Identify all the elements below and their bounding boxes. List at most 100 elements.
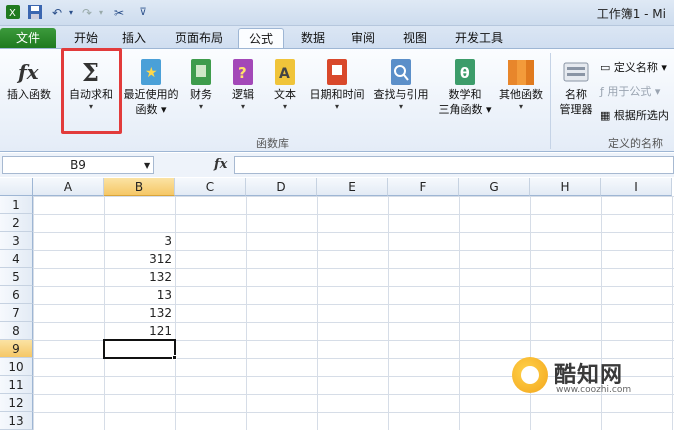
- tab-home[interactable]: 开始: [62, 28, 110, 48]
- lookup-reference-button[interactable]: 查找与引用 ▾: [370, 57, 432, 112]
- row-header-11[interactable]: 11: [0, 376, 33, 394]
- select-all-corner[interactable]: [0, 178, 33, 196]
- fill-handle[interactable]: [172, 355, 177, 360]
- watermark-url: www.coozhi.com: [556, 385, 632, 395]
- column-header-d[interactable]: D: [246, 178, 317, 196]
- cell-b3[interactable]: 3: [104, 232, 175, 250]
- text-button[interactable]: A 文本 ▾: [268, 57, 302, 112]
- formula-bar: B9 ▼ fx: [0, 153, 674, 177]
- column-header-h[interactable]: H: [530, 178, 601, 196]
- row-header-6[interactable]: 6: [0, 286, 33, 304]
- text-dropdown-icon: ▾: [282, 102, 287, 111]
- watermark: 酷知网 www.coozhi.com: [512, 355, 672, 405]
- financial-button[interactable]: 财务 ▾: [184, 57, 218, 112]
- svg-text:★: ★: [145, 65, 158, 81]
- tab-page-layout[interactable]: 页面布局: [164, 28, 234, 48]
- svg-text:fx: fx: [16, 60, 40, 84]
- tab-data[interactable]: 数据: [292, 28, 334, 48]
- cell-b5[interactable]: 132: [104, 268, 175, 286]
- save-icon[interactable]: [26, 4, 44, 22]
- recent-functions-button[interactable]: ★ 最近使用的 函数 ▾: [120, 57, 182, 117]
- customize-toolbar-icon[interactable]: ⊽: [134, 4, 152, 22]
- tab-insert[interactable]: 插入: [112, 28, 156, 48]
- insert-function-label: 插入函数: [7, 88, 51, 101]
- row-header-3[interactable]: 3: [0, 232, 33, 250]
- text-book-icon: A: [275, 59, 295, 85]
- name-box[interactable]: B9: [2, 156, 154, 174]
- financial-book-icon: [191, 59, 211, 85]
- function-library-group-label: 函数库: [256, 137, 289, 150]
- tab-developer[interactable]: 开发工具: [448, 28, 510, 48]
- more-books-icon: [508, 60, 534, 85]
- date-time-label: 日期和时间: [309, 88, 365, 101]
- math-trig-button[interactable]: θ 数学和 三角函数 ▾: [436, 57, 494, 117]
- cell-b8[interactable]: 121: [104, 322, 175, 340]
- row-header-13[interactable]: 13: [0, 412, 33, 430]
- row-header-1[interactable]: 1: [0, 196, 33, 214]
- logical-button[interactable]: ? 逻辑 ▾: [226, 57, 260, 112]
- insert-function-button[interactable]: fx 插入函数: [2, 57, 56, 102]
- column-header-b[interactable]: B: [104, 178, 175, 196]
- more-functions-button[interactable]: 其他函数 ▾: [496, 57, 546, 112]
- watermark-logo-icon: [512, 357, 548, 393]
- ribbon-tabs: 文件 开始 插入 页面布局 公式 数据 审阅 视图 开发工具: [0, 26, 674, 49]
- column-header-a[interactable]: A: [33, 178, 104, 196]
- text-label: 文本: [274, 88, 296, 101]
- use-in-formula-button[interactable]: ƒ 用于公式 ▾: [600, 83, 660, 99]
- row-header-9[interactable]: 9: [0, 340, 33, 358]
- column-header-e[interactable]: E: [317, 178, 388, 196]
- row-header-10[interactable]: 10: [0, 358, 33, 376]
- calendar-book-icon: [327, 59, 347, 85]
- logical-label: 逻辑: [232, 88, 254, 101]
- redo-dropdown-icon[interactable]: ▾: [92, 4, 110, 22]
- define-name-button[interactable]: ▭ 定义名称 ▾: [600, 59, 667, 75]
- recent-label-1: 最近使用的: [123, 88, 179, 101]
- cell-b4[interactable]: 312: [104, 250, 175, 268]
- math-label-2: 三角函数 ▾: [438, 103, 492, 116]
- name-manager-button[interactable]: 名称 管理器: [554, 57, 598, 117]
- tab-view[interactable]: 视图: [394, 28, 436, 48]
- tools-icon[interactable]: ✂: [110, 4, 128, 22]
- create-from-selection-button[interactable]: ▦ 根据所选内: [600, 107, 669, 123]
- svg-text:θ: θ: [460, 66, 470, 82]
- create-from-selection-icon: ▦: [600, 109, 611, 122]
- row-header-5[interactable]: 5: [0, 268, 33, 286]
- tab-formulas[interactable]: 公式: [238, 28, 284, 49]
- svg-text:X: X: [9, 8, 16, 19]
- window-title: 工作簿1 - Mi: [596, 7, 666, 21]
- row-header-7[interactable]: 7: [0, 304, 33, 322]
- tab-review[interactable]: 审阅: [342, 28, 384, 48]
- row-header-12[interactable]: 12: [0, 394, 33, 412]
- name-manager-icon: [563, 62, 589, 82]
- more-dropdown-icon: ▾: [518, 102, 523, 111]
- insert-function-fx-icon[interactable]: fx: [214, 157, 227, 172]
- title-bar: X ↶ ▾ ↷ ▾ ✂ ⊽ 工作簿1 - Mi: [0, 0, 674, 26]
- financial-dropdown-icon: ▾: [198, 102, 203, 111]
- name-box-dropdown-icon[interactable]: ▼: [144, 161, 150, 170]
- formula-input[interactable]: [234, 156, 674, 174]
- row-header-2[interactable]: 2: [0, 214, 33, 232]
- name-manager-label-1: 名称: [565, 88, 587, 101]
- logical-book-icon: ?: [233, 59, 253, 85]
- logical-dropdown-icon: ▾: [240, 102, 245, 111]
- column-header-g[interactable]: G: [459, 178, 530, 196]
- svg-text:A: A: [279, 66, 290, 82]
- lookup-label: 查找与引用: [373, 88, 429, 101]
- name-manager-label-2: 管理器: [559, 103, 593, 116]
- define-name-icon: ▭: [600, 61, 611, 74]
- column-header-i[interactable]: I: [601, 178, 672, 196]
- column-header-c[interactable]: C: [175, 178, 246, 196]
- cell-b7[interactable]: 132: [104, 304, 175, 322]
- cell-b6[interactable]: 13: [104, 286, 175, 304]
- group-separator: [550, 53, 551, 149]
- column-header-f[interactable]: F: [388, 178, 459, 196]
- math-label-1: 数学和: [448, 88, 482, 101]
- row-header-4[interactable]: 4: [0, 250, 33, 268]
- date-time-button[interactable]: 日期和时间 ▾: [304, 57, 370, 112]
- more-functions-label: 其他函数: [499, 88, 543, 101]
- excel-icon[interactable]: X: [4, 4, 22, 22]
- row-header-8[interactable]: 8: [0, 322, 33, 340]
- defined-names-group-label: 定义的名称: [608, 137, 663, 150]
- active-cell-b9[interactable]: [103, 339, 176, 359]
- tab-file[interactable]: 文件: [0, 28, 56, 48]
